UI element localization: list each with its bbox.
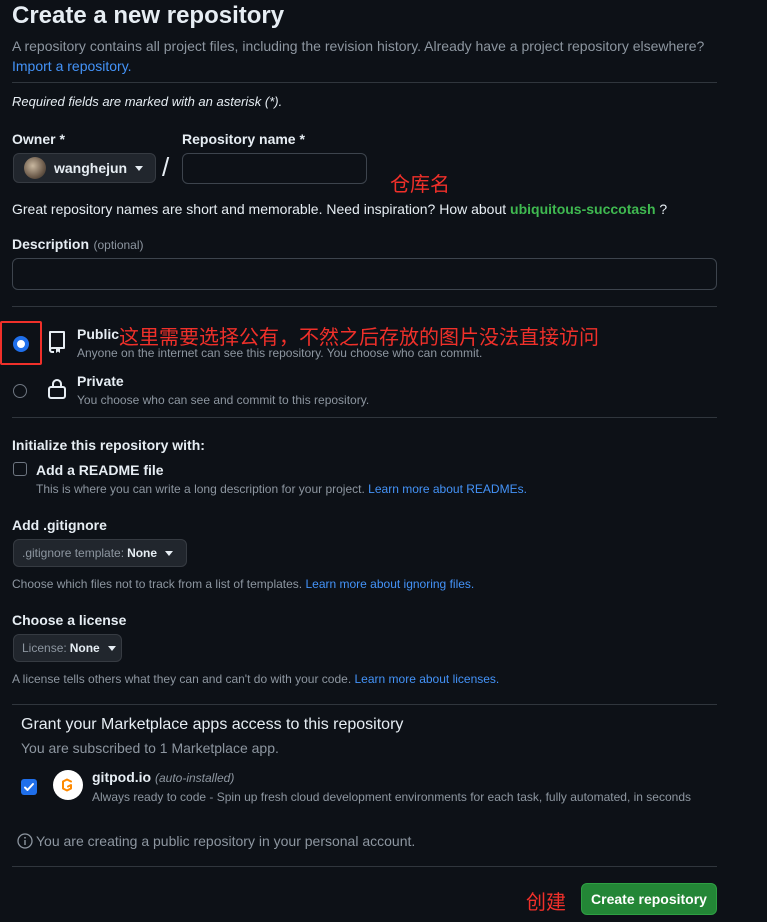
private-option-desc: You choose who can see and commit to thi…: [77, 393, 370, 407]
marketplace-app-checkbox[interactable]: [21, 779, 37, 795]
annotation-create: 创建: [526, 892, 566, 914]
gitignore-desc-row: Choose which files not to track from a l…: [12, 577, 474, 591]
gitpod-icon: [53, 770, 83, 800]
app-desc: Always ready to code - Spin up fresh clo…: [92, 790, 691, 804]
readme-desc: This is where you can write a long descr…: [36, 482, 365, 496]
private-option-title: Private: [77, 373, 124, 389]
license-learn-more-link[interactable]: Learn more about licenses.: [355, 672, 500, 686]
page-intro: A repository contains all project files,…: [12, 36, 732, 76]
suggestion-text: Great repository names are short and mem…: [12, 201, 507, 217]
public-radio[interactable]: [13, 336, 29, 352]
chevron-down-icon: [107, 645, 116, 651]
annotation-repo-name: 仓库名: [390, 174, 450, 196]
init-heading: Initialize this repository with:: [12, 437, 205, 453]
gitignore-value: None: [127, 546, 158, 560]
divider: [12, 306, 717, 307]
divider: [12, 704, 717, 705]
license-value: None: [69, 641, 100, 655]
divider: [12, 866, 717, 867]
public-option-title: Public: [77, 326, 120, 342]
readme-label: Add a README file: [36, 462, 164, 478]
suggestion-suffix: ?: [659, 201, 668, 217]
owner-repo-separator: /: [162, 152, 170, 182]
gitignore-heading: Add .gitignore: [12, 517, 107, 533]
page-title: Create a new repository: [12, 2, 285, 29]
license-heading: Choose a license: [12, 612, 127, 628]
marketplace-subtitle: You are subscribed to 1 Marketplace app.: [21, 740, 279, 756]
repository-name-input[interactable]: [182, 153, 367, 184]
avatar: [24, 157, 46, 179]
readme-desc-row: This is where you can write a long descr…: [36, 482, 527, 496]
info-icon: [17, 833, 33, 854]
intro-text: A repository contains all project files,…: [12, 38, 705, 54]
license-desc-row: A license tells others what they can and…: [12, 672, 499, 686]
gitignore-learn-more-link[interactable]: Learn more about ignoring files.: [305, 577, 474, 591]
lock-icon: [46, 377, 68, 406]
create-repository-button[interactable]: Create repository: [581, 883, 717, 915]
name-suggestion: Great repository names are short and mem…: [12, 201, 667, 217]
readme-checkbox[interactable]: [13, 462, 27, 476]
description-input[interactable]: [12, 258, 717, 290]
app-name-row: gitpod.io (auto-installed): [92, 769, 234, 785]
divider: [12, 417, 717, 418]
check-icon: [24, 783, 34, 791]
repo-icon: [46, 330, 68, 359]
marketplace-title: Grant your Marketplace apps access to th…: [21, 716, 404, 733]
description-label-row: Description (optional): [12, 236, 144, 254]
owner-label: Owner *: [12, 131, 65, 147]
suggested-name-link[interactable]: ubiquitous-succotash: [510, 201, 655, 217]
readme-learn-more-link[interactable]: Learn more about READMEs.: [368, 482, 527, 496]
license-prefix: License:: [22, 641, 67, 655]
app-name: gitpod.io: [92, 769, 152, 785]
import-repository-link[interactable]: Import a repository.: [12, 58, 132, 74]
license-desc: A license tells others what they can and…: [12, 672, 352, 686]
private-radio[interactable]: [13, 384, 27, 398]
gitignore-desc: Choose which files not to track from a l…: [12, 577, 303, 591]
gitignore-prefix: .gitignore template:: [22, 546, 125, 560]
footer-notice: You are creating a public repository in …: [36, 833, 416, 849]
divider: [12, 82, 717, 83]
owner-value: wanghejun: [54, 160, 128, 176]
description-label: Description: [12, 236, 90, 252]
chevron-down-icon: [165, 550, 174, 556]
public-option-desc: Anyone on the internet can see this repo…: [77, 346, 483, 360]
chevron-down-icon: [135, 165, 143, 171]
owner-select[interactable]: wanghejun: [13, 153, 156, 183]
optional-tag: (optional): [93, 238, 144, 252]
license-select[interactable]: License: None: [13, 634, 122, 662]
app-tag: (auto-installed): [154, 771, 235, 785]
gitignore-template-select[interactable]: .gitignore template: None: [13, 539, 187, 567]
required-note: Required fields are marked with an aster…: [12, 94, 283, 109]
repo-name-label: Repository name *: [182, 131, 305, 147]
